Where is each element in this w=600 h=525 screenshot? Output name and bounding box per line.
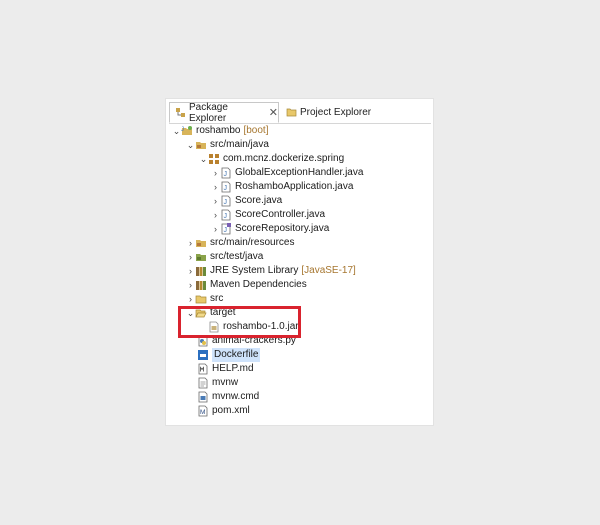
class-label: ScoreRepository.java: [235, 223, 330, 234]
tree-item-class[interactable]: › J RoshamboApplication.java: [211, 180, 353, 194]
chevron-right-icon[interactable]: ›: [211, 222, 220, 236]
chevron-right-icon[interactable]: ›: [186, 264, 195, 278]
file-label: mvnw: [212, 377, 239, 388]
package-explorer-icon: [175, 107, 186, 118]
tab-package-explorer[interactable]: Package Explorer ✕: [169, 101, 279, 124]
file-label: HELP.md: [212, 363, 254, 374]
tree-item-file[interactable]: Dockerfile: [197, 348, 261, 362]
close-icon[interactable]: ✕: [269, 106, 278, 119]
tab-label: Project Explorer: [300, 107, 372, 118]
class-label: RoshamboApplication.java: [235, 181, 354, 192]
tree-item-src[interactable]: › src: [186, 292, 223, 306]
class-label: GlobalExceptionHandler.java: [235, 167, 364, 178]
source-folder-icon: [195, 251, 207, 263]
svg-text:J: J: [181, 127, 184, 133]
package-explorer-panel: Package Explorer ✕ Project Explorer ⌄ J …: [165, 98, 434, 426]
maven-label: Maven Dependencies: [210, 279, 307, 290]
tree-item-class[interactable]: › J GlobalExceptionHandler.java: [211, 166, 363, 180]
markdown-file-icon: [197, 363, 209, 375]
chevron-right-icon[interactable]: ›: [211, 194, 220, 208]
src-main-resources-label: src/main/resources: [210, 237, 295, 248]
view-tab-bar: Package Explorer ✕ Project Explorer: [169, 102, 431, 124]
tree-item-file[interactable]: mvnw: [197, 376, 238, 390]
svg-text:J: J: [224, 227, 228, 234]
src-main-java-label: src/main/java: [210, 139, 269, 150]
maven-pom-icon: M: [197, 405, 209, 417]
tab-project-explorer[interactable]: Project Explorer: [281, 102, 391, 123]
chevron-right-icon[interactable]: ›: [186, 278, 195, 292]
tree-item-src-main-resources[interactable]: › src/main/resources: [186, 236, 294, 250]
svg-text:J: J: [224, 171, 228, 178]
project-explorer-icon: [286, 107, 297, 118]
file-label-selected: Dockerfile: [212, 348, 261, 362]
source-folder-icon: [195, 237, 207, 249]
java-file-icon: J: [220, 167, 232, 179]
java-interface-icon: J: [220, 223, 232, 235]
chevron-down-icon[interactable]: ⌄: [186, 138, 195, 152]
svg-text:J: J: [224, 213, 228, 220]
tree-item-file[interactable]: M pom.xml: [197, 404, 250, 418]
project-label: roshambo: [196, 125, 241, 136]
chevron-right-icon[interactable]: ›: [186, 250, 195, 264]
tree-item-package[interactable]: ⌄ com.mcnz.dockerize.spring: [199, 152, 344, 166]
chevron-right-icon[interactable]: ›: [211, 166, 220, 180]
tree-item-file[interactable]: HELP.md: [197, 362, 254, 376]
chevron-right-icon[interactable]: ›: [186, 236, 195, 250]
tree-item-src-test-java[interactable]: › src/test/java: [186, 250, 263, 264]
svg-text:J: J: [224, 185, 228, 192]
target-highlight-box: [178, 306, 301, 338]
file-label: pom.xml: [212, 405, 250, 416]
java-file-icon: J: [220, 209, 232, 221]
tree-item-src-main-java[interactable]: ⌄ src/main/java: [186, 138, 269, 152]
tree-item-class[interactable]: › J ScoreController.java: [211, 208, 325, 222]
svg-text:M: M: [200, 409, 205, 416]
library-icon: [195, 265, 207, 277]
tab-label: Package Explorer: [189, 101, 228, 124]
svg-text:J: J: [224, 199, 228, 206]
class-label: Score.java: [235, 195, 283, 206]
jre-label: JRE System Library: [210, 265, 299, 276]
class-label: ScoreController.java: [235, 209, 326, 220]
java-file-icon: J: [220, 181, 232, 193]
text-file-icon: [197, 377, 209, 389]
tree-item-class[interactable]: › J ScoreRepository.java: [211, 222, 329, 236]
cmd-file-icon: [197, 391, 209, 403]
chevron-right-icon[interactable]: ›: [186, 292, 195, 306]
source-folder-icon: [195, 139, 207, 151]
chevron-down-icon[interactable]: ⌄: [172, 124, 181, 138]
chevron-down-icon[interactable]: ⌄: [199, 152, 208, 166]
tree-item-file[interactable]: mvnw.cmd: [197, 390, 259, 404]
file-label: mvnw.cmd: [212, 391, 260, 402]
folder-icon: [195, 293, 207, 305]
package-icon: [208, 153, 220, 165]
library-icon: [195, 279, 207, 291]
project-decoration: [boot]: [243, 125, 269, 136]
jre-decoration: [JavaSE-17]: [301, 265, 356, 276]
tree-item-maven-dependencies[interactable]: › Maven Dependencies: [186, 278, 307, 292]
package-label: com.mcnz.dockerize.spring: [223, 153, 345, 164]
project-folder-icon: J: [181, 125, 193, 137]
dockerfile-icon: [197, 349, 209, 361]
src-test-java-label: src/test/java: [210, 251, 264, 262]
java-file-icon: J: [220, 195, 232, 207]
chevron-right-icon[interactable]: ›: [211, 180, 220, 194]
tree-item-project[interactable]: ⌄ J roshambo [boot]: [172, 124, 269, 138]
tree-item-jre[interactable]: › JRE System Library [JavaSE-17]: [186, 264, 356, 278]
tree-item-class[interactable]: › J Score.java: [211, 194, 282, 208]
src-label: src: [210, 293, 224, 304]
chevron-right-icon[interactable]: ›: [211, 208, 220, 222]
